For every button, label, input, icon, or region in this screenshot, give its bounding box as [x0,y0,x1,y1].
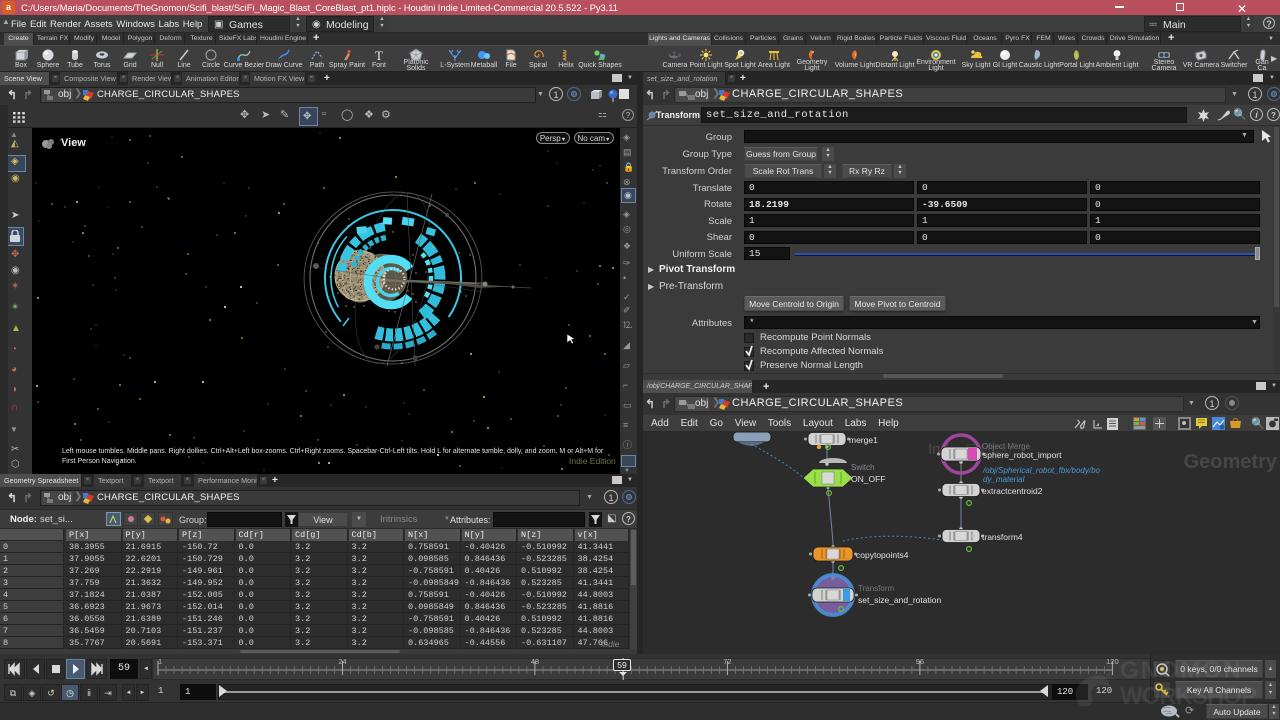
svg-text:ON_OFF: ON_OFF [851,474,885,484]
svg-text:WORKSHOP: WORKSHOP [1120,683,1257,710]
svg-text:1: 1 [158,658,162,666]
svg-text:GNOMON: GNOMON [1120,657,1243,684]
svg-text:/obj/Spherical_robot_fbx/body/: /obj/Spherical_robot_fbx/body/bo [982,466,1101,475]
svg-text:sphere_robot_import: sphere_robot_import [983,450,1062,460]
svg-text:set_size_and_rotation: set_size_and_rotation [858,595,941,605]
svg-text:copytopoints4: copytopoints4 [856,550,909,560]
svg-text:24: 24 [338,658,346,666]
svg-text:dy_material: dy_material [983,475,1025,484]
svg-text:transform4: transform4 [982,532,1023,542]
svg-text:extractcentroid2: extractcentroid2 [982,486,1043,496]
svg-text:T: T [375,49,383,61]
svg-text:Switch: Switch [851,463,875,472]
svg-text:Geometry: Geometry [1184,451,1278,473]
svg-text:Transform: Transform [858,584,894,593]
svg-text:72: 72 [723,658,731,666]
svg-text:96: 96 [916,658,924,666]
svg-text:merge1: merge1 [849,435,878,445]
svg-text:48: 48 [531,658,539,666]
